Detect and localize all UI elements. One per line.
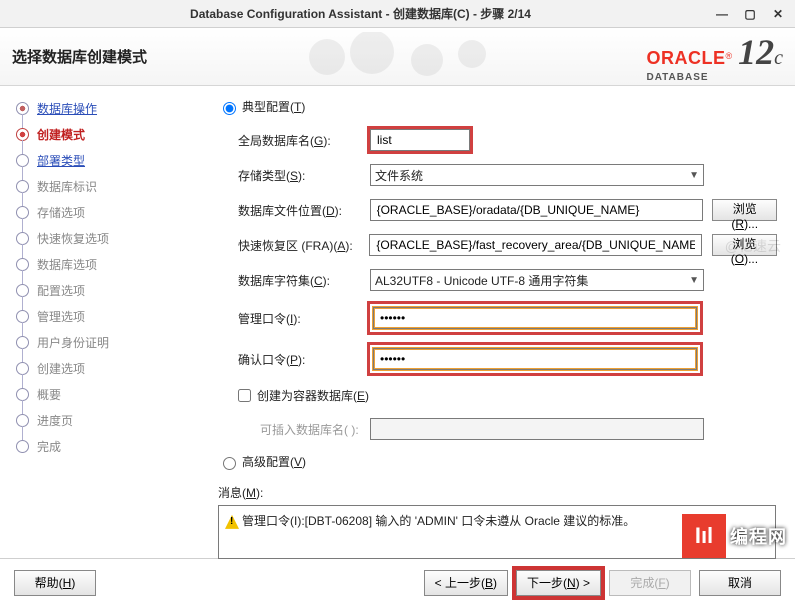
step-config-options: 配置选项 xyxy=(16,282,190,299)
confirm-password-input[interactable] xyxy=(373,348,697,370)
maximize-icon[interactable]: ▢ xyxy=(741,7,759,21)
oracle-logo: ORACLE® DATABASE 12c xyxy=(646,31,795,83)
oracle-wordmark: ORACLE xyxy=(646,48,725,68)
admin-password-input[interactable] xyxy=(373,307,697,329)
fra-label: 快速恢复区 (FRA)(A): xyxy=(238,237,369,254)
charset-select[interactable]: AL32UTF8 - Unicode UTF-8 通用字符集▼ xyxy=(370,269,704,291)
advanced-config-radio-row: 高级配置(V) xyxy=(218,453,777,470)
advanced-config-label: 高级配置(V) xyxy=(242,453,306,470)
browse-dbfile-button[interactable]: 浏览(R)... xyxy=(712,199,777,221)
chevron-down-icon: ▼ xyxy=(689,170,699,181)
message-text: 管理口令(I):[DBT-06208] 输入的 'ADMIN' 口令未遵从 Or… xyxy=(242,514,635,528)
global-db-name-input[interactable] xyxy=(370,129,470,151)
storage-type-select[interactable]: 文件系统▼ xyxy=(370,164,704,186)
step-finish: 完成 xyxy=(16,438,190,455)
step-user-credentials: 用户身份证明 xyxy=(16,334,190,351)
step-db-id: 数据库标识 xyxy=(16,178,190,195)
finish-button: 完成(F) xyxy=(609,570,691,596)
step-create-options: 创建选项 xyxy=(16,360,190,377)
step-create-mode: 创建模式 xyxy=(16,126,190,143)
cancel-button[interactable]: 取消 xyxy=(699,570,781,596)
page-title: 选择数据库创建模式 xyxy=(0,46,147,67)
step-mgmt-options: 管理选项 xyxy=(16,308,190,325)
back-button[interactable]: < 上一步(B) xyxy=(424,570,508,596)
help-button[interactable]: 帮助(H) xyxy=(14,570,96,596)
pdb-name-label: 可插入数据库名( ): xyxy=(260,421,370,438)
message-label: 消息(M): xyxy=(218,484,777,501)
minimize-icon[interactable]: — xyxy=(713,7,731,21)
watermark-text: 编程网 xyxy=(730,523,787,549)
window-title: Database Configuration Assistant - 创建数据库… xyxy=(8,5,713,22)
step-db-operation[interactable]: 数据库操作 xyxy=(16,100,190,117)
db-file-location-input[interactable] xyxy=(370,199,703,221)
step-storage: 存储选项 xyxy=(16,204,190,221)
db-file-location-label: 数据库文件位置(D): xyxy=(238,202,370,219)
next-button[interactable]: 下一步(N) > xyxy=(516,570,601,596)
close-icon[interactable]: ✕ xyxy=(769,7,787,21)
wizard-steps-sidebar: 数据库操作 创建模式 部署类型 数据库标识 存储选项 快速恢复选项 数据库选项 … xyxy=(0,86,200,558)
watermark-ghost: @亿速云 xyxy=(725,236,781,256)
chevron-down-icon: ▼ xyxy=(689,275,699,286)
create-as-cdb-checkbox[interactable] xyxy=(238,389,251,402)
typical-config-radio[interactable] xyxy=(223,102,236,115)
admin-password-label: 管理口令(I): xyxy=(238,310,370,327)
warning-icon xyxy=(225,515,239,529)
step-progress: 进度页 xyxy=(16,412,190,429)
charset-label: 数据库字符集(C): xyxy=(238,272,370,289)
database-subtitle: DATABASE xyxy=(646,72,708,83)
fra-input[interactable] xyxy=(369,234,702,256)
global-db-name-label: 全局数据库名(G): xyxy=(238,132,370,149)
storage-type-label: 存储类型(S): xyxy=(238,167,370,184)
typical-config-radio-row: 典型配置(T) xyxy=(218,98,777,115)
version-twelve: 12 xyxy=(738,31,774,73)
typical-config-label: 典型配置(T) xyxy=(242,98,305,115)
confirm-password-label: 确认口令(P): xyxy=(238,351,370,368)
version-c: c xyxy=(774,47,783,70)
step-summary: 概要 xyxy=(16,386,190,403)
step-deploy-type[interactable]: 部署类型 xyxy=(16,152,190,169)
step-db-options: 数据库选项 xyxy=(16,256,190,273)
window-titlebar: Database Configuration Assistant - 创建数据库… xyxy=(0,0,795,28)
main-panel: 典型配置(T) 全局数据库名(G): 存储类型(S): 文件系统▼ 数据库文件位… xyxy=(200,86,795,558)
header-decoration-gears xyxy=(147,32,646,82)
pdb-name-input xyxy=(370,418,704,440)
advanced-config-radio[interactable] xyxy=(223,457,236,470)
watermark-logo-icon: Iıl xyxy=(682,514,726,558)
create-as-cdb-label: 创建为容器数据库(E) xyxy=(257,387,369,404)
site-watermark: Iıl 编程网 xyxy=(674,514,795,558)
step-fast-recovery: 快速恢复选项 xyxy=(16,230,190,247)
wizard-header: 选择数据库创建模式 ORACLE® DATABASE 12c xyxy=(0,28,795,86)
wizard-footer: 帮助(H) < 上一步(B) 下一步(N) > 完成(F) 取消 xyxy=(0,558,795,606)
